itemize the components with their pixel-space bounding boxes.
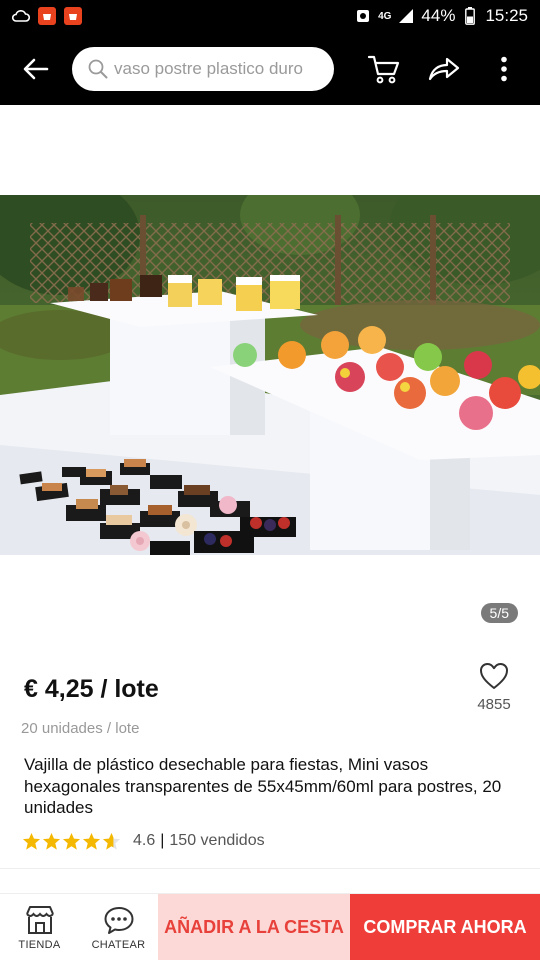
product-price: € 4,25 / lote: [24, 675, 159, 703]
notification-icons: [12, 7, 82, 25]
sold-count: 150 vendidos: [169, 832, 265, 849]
units-per-lot: 20 unidades / lote: [21, 720, 140, 737]
star-icon: [82, 832, 101, 850]
rating-row[interactable]: 4.6 | 150 vendidos: [22, 830, 265, 852]
buy-now-button[interactable]: COMPRAR AHORA: [350, 894, 540, 960]
clock: 15:25: [485, 6, 528, 25]
battery-percent: 44%: [421, 6, 456, 25]
search-icon: [88, 59, 108, 78]
product-image-gallery[interactable]: 5/5: [0, 105, 540, 642]
chat-icon: [104, 906, 133, 934]
share-icon: [428, 57, 460, 80]
rating-value: 4.6: [133, 832, 156, 849]
rating-stars: [22, 832, 121, 851]
back-arrow-icon: [23, 58, 49, 79]
network-type: 4G: [378, 10, 392, 22]
cloud-notification-icon: [12, 7, 30, 25]
app-notification-icon: [38, 7, 56, 25]
cart-button[interactable]: [354, 32, 414, 105]
section-divider: [0, 868, 540, 869]
app-notification-icon: [64, 7, 82, 25]
more-options-button[interactable]: [474, 32, 534, 105]
star-icon: [62, 832, 81, 850]
star-icon: [22, 832, 41, 850]
alarm-icon: [354, 7, 372, 25]
search-input[interactable]: vaso postre plastico duro: [72, 46, 334, 91]
product-title: Vajilla de plástico desechable para fies…: [24, 755, 502, 817]
share-button[interactable]: [414, 32, 474, 105]
star-icon: [42, 832, 61, 850]
product-photo: [0, 195, 540, 555]
image-counter-badge: 5/5: [480, 603, 518, 623]
wishlist-count: 4855: [477, 696, 511, 713]
heart-icon: [480, 663, 508, 689]
bottom-action-bar: TIENDA CHATEAR AÑADIR A LA CESTA COMPRAR…: [0, 893, 540, 960]
add-to-cart-button[interactable]: AÑADIR A LA CESTA: [158, 894, 350, 960]
back-button[interactable]: [0, 32, 72, 105]
store-button[interactable]: TIENDA: [0, 894, 79, 960]
search-query: vaso postre plastico duro: [114, 58, 303, 78]
wishlist-button[interactable]: 4855: [468, 662, 520, 713]
signal-icon: [397, 7, 415, 25]
battery-icon: [461, 7, 479, 25]
system-status: 4G 44% 15:25: [354, 6, 528, 26]
more-vertical-icon: [501, 56, 507, 81]
store-label: TIENDA: [18, 938, 61, 951]
store-icon: [25, 905, 54, 934]
cart-icon: [367, 55, 400, 83]
chat-label: CHATEAR: [91, 938, 146, 951]
chat-button[interactable]: CHATEAR: [79, 894, 158, 960]
star-half-icon: [102, 832, 121, 850]
status-bar: 4G 44% 15:25: [0, 0, 540, 32]
app-header: vaso postre plastico duro: [0, 32, 540, 105]
rating-separator: |: [160, 832, 165, 849]
